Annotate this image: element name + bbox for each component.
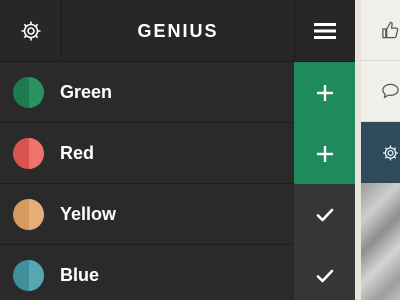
menu-button[interactable] <box>294 0 355 62</box>
color-label: Blue <box>60 265 100 285</box>
color-list: Green Red Yellow Blue <box>0 62 355 300</box>
speech-bubble-icon <box>382 83 399 99</box>
plus-icon <box>316 145 333 162</box>
list-item-yellow[interactable]: Yellow <box>0 184 355 245</box>
list-item-red[interactable]: Red <box>0 123 355 184</box>
added-check-button[interactable] <box>294 184 355 245</box>
check-icon <box>316 269 333 282</box>
added-check-button[interactable] <box>294 245 355 300</box>
thumbs-up-icon <box>382 21 399 39</box>
comment-button[interactable] <box>361 61 400 122</box>
hamburger-icon <box>314 23 336 39</box>
background-photo <box>361 183 400 300</box>
gear-icon <box>21 21 40 41</box>
app-title: GENIUS <box>137 20 219 41</box>
color-swatch <box>13 199 44 230</box>
color-label: Red <box>60 143 95 163</box>
plus-icon <box>316 84 333 101</box>
gear-icon <box>382 144 399 161</box>
color-label: Green <box>60 82 113 102</box>
add-button[interactable] <box>294 123 355 184</box>
color-swatch <box>13 77 44 108</box>
side-panel <box>355 0 400 300</box>
settings-button[interactable] <box>0 0 62 62</box>
list-item-blue[interactable]: Blue <box>0 245 355 300</box>
settings-tab[interactable] <box>361 122 400 183</box>
color-panel: GENIUS Green Red Yellow Blue <box>0 0 355 300</box>
color-label: Yellow <box>60 204 117 224</box>
add-button[interactable] <box>294 62 355 123</box>
list-item-green[interactable]: Green <box>0 62 355 123</box>
like-button[interactable] <box>361 0 400 61</box>
header-bar: GENIUS <box>0 0 355 62</box>
color-swatch <box>13 260 44 291</box>
color-swatch <box>13 138 44 169</box>
check-icon <box>316 208 333 221</box>
